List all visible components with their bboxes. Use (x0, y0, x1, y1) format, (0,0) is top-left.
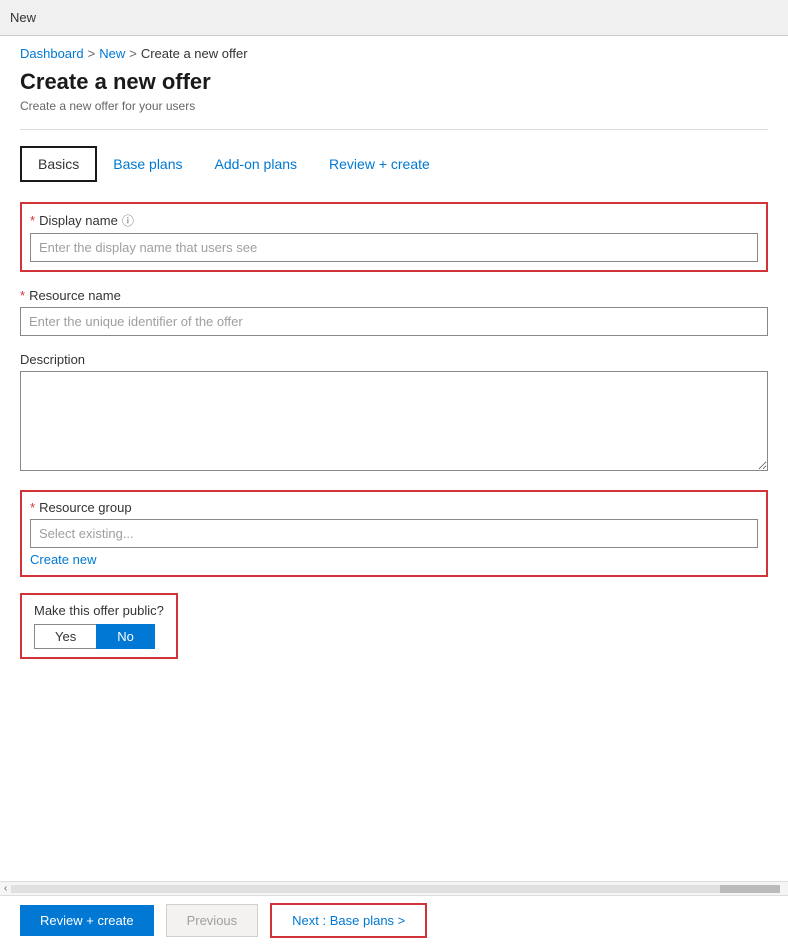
browser-tab: New (10, 10, 36, 25)
tab-add-on-plans[interactable]: Add-on plans (199, 146, 314, 182)
resource-group-section: * Resource group Select existing... Crea… (20, 490, 768, 577)
resource-group-label-text: Resource group (39, 500, 132, 515)
display-name-info-icon[interactable]: ⓘ (122, 212, 134, 229)
description-textarea[interactable] (20, 371, 768, 471)
breadcrumb: Dashboard > New > Create a new offer (20, 36, 768, 69)
create-new-link[interactable]: Create new (30, 552, 96, 567)
page-subtitle: Create a new offer for your users (20, 99, 768, 113)
breadcrumb-new[interactable]: New (99, 46, 125, 61)
scroll-thumb[interactable] (720, 885, 780, 893)
page-title: Create a new offer (20, 69, 768, 95)
main-content: Dashboard > New > Create a new offer Cre… (0, 36, 788, 895)
resource-group-dropdown[interactable]: Select existing... (30, 519, 758, 548)
resource-name-label: * Resource name (20, 288, 768, 303)
toggle-yes-button[interactable]: Yes (34, 624, 96, 649)
display-name-input[interactable] (30, 233, 758, 262)
browser-bar: New (0, 0, 788, 36)
description-label: Description (20, 352, 768, 367)
next-button[interactable]: Next : Base plans > (270, 903, 427, 938)
resource-name-input[interactable] (20, 307, 768, 336)
description-section: Description (20, 352, 768, 474)
breadcrumb-sep2: > (129, 46, 137, 61)
description-label-text: Description (20, 352, 85, 367)
make-public-section: Make this offer public? Yes No (20, 593, 178, 659)
toggle-no-button[interactable]: No (96, 624, 155, 649)
display-name-label-text: Display name (39, 213, 118, 228)
tab-review-create[interactable]: Review + create (313, 146, 446, 182)
resource-group-required: * (30, 500, 35, 515)
horizontal-scrollbar[interactable]: ‹ (0, 881, 788, 895)
display-name-section: * Display name ⓘ (20, 202, 768, 272)
previous-button: Previous (166, 904, 259, 937)
tab-base-plans[interactable]: Base plans (97, 146, 198, 182)
tab-basics[interactable]: Basics (20, 146, 97, 182)
scroll-left-arrow[interactable]: ‹ (4, 883, 7, 894)
display-name-required: * (30, 213, 35, 228)
breadcrumb-dashboard[interactable]: Dashboard (20, 46, 84, 61)
toggle-buttons: Yes No (34, 624, 164, 649)
resource-name-section: * Resource name (20, 288, 768, 336)
make-public-label: Make this offer public? (34, 603, 164, 618)
breadcrumb-current: Create a new offer (141, 46, 248, 61)
resource-name-label-text: Resource name (29, 288, 121, 303)
scroll-track[interactable] (11, 885, 780, 893)
bottom-bar: Review + create Previous Next : Base pla… (0, 895, 788, 945)
resource-group-label: * Resource group (30, 500, 758, 515)
tabs-container: Basics Base plans Add-on plans Review + … (20, 146, 768, 182)
display-name-label: * Display name ⓘ (30, 212, 758, 229)
breadcrumb-sep1: > (88, 46, 96, 61)
resource-name-required: * (20, 288, 25, 303)
title-divider (20, 129, 768, 130)
review-create-button[interactable]: Review + create (20, 905, 154, 936)
